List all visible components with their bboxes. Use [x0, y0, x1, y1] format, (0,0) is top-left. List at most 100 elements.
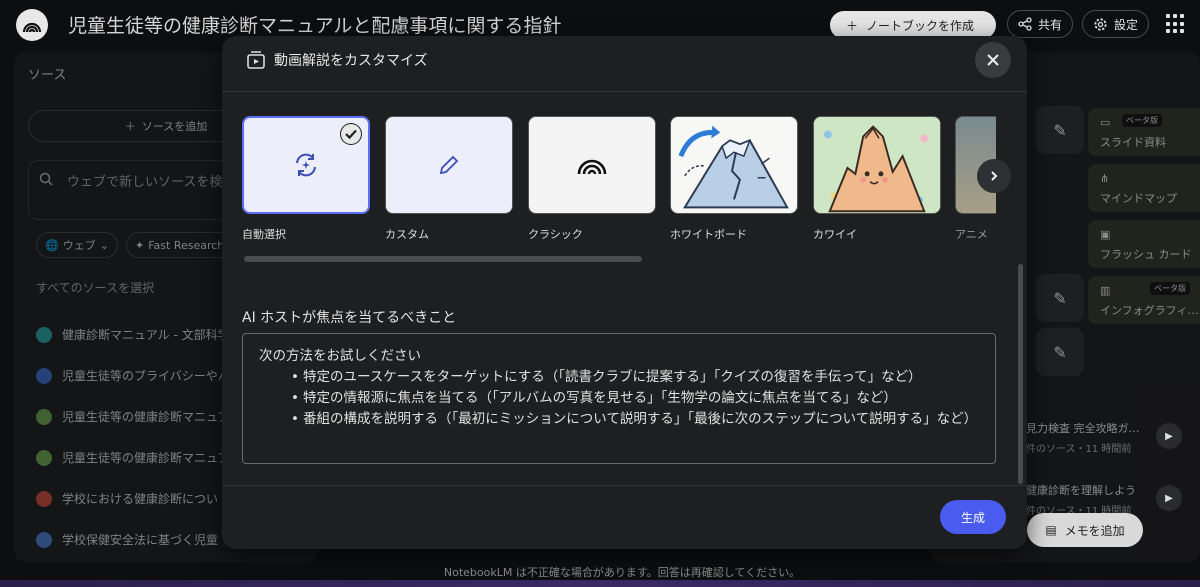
dialog-scrollbar[interactable] [1018, 264, 1023, 484]
focus-placeholder-bullet: 特定の情報源に焦点を当てる（「アルバムの写真を見せる」「生物学の論文に焦点を当て… [291, 388, 979, 409]
studio-flashcard-card[interactable]: ▣ フラッシュ カード [1088, 220, 1200, 268]
auto-refresh-sparkle-icon [296, 153, 316, 177]
video-style-carousel: 自動選択 カスタム クラシック ホワイトボード カワイイ アニメ [242, 116, 996, 268]
research-sparkle-icon: ✦ [135, 238, 145, 252]
carousel-next-button[interactable] [977, 159, 1011, 193]
generated-note-item[interactable]: 健康診断を理解しよう 件のソース・11 時間前 [1026, 482, 1136, 517]
dialog-header: 動画解説をカスタマイズ [222, 36, 1027, 92]
studio-card-label: インフォグラフィ… [1100, 304, 1199, 317]
source-label: 児童生徒等のプライバシーやん [62, 369, 230, 383]
style-thumbnail [385, 116, 513, 214]
studio-slides-card[interactable]: ▭ ベータ版 スライド資料 [1088, 108, 1200, 156]
source-favicon-icon [36, 367, 52, 384]
search-placeholder: ウェブで新しいソースを検 [67, 175, 223, 190]
style-label: カワイイ [813, 228, 857, 241]
chevron-down-icon: ⌄ [99, 238, 109, 252]
source-label: 健康診断マニュアル - 文部科学 [62, 328, 230, 342]
style-label: 自動選択 [242, 228, 286, 241]
source-item[interactable]: 児童生徒等のプライバシーやん [36, 355, 230, 396]
focus-placeholder-bullet: 特定のユースケースをターゲットにする（「読書クラブに提案する」「クイズの復習を手… [291, 367, 979, 388]
source-label: 学校における健康診断につい [62, 492, 219, 506]
source-favicon-icon [36, 326, 52, 343]
search-icon [39, 172, 53, 186]
play-button[interactable]: ▶ [1156, 485, 1182, 511]
dialog-footer-divider [222, 485, 1027, 486]
video-overview-icon [247, 51, 265, 69]
focus-prompt-label: AI ホストが焦点を当てるべきこと [242, 310, 457, 326]
style-option-auto[interactable]: 自動選択 [242, 116, 370, 242]
select-all-sources[interactable]: すべてのソースを選択 [36, 279, 154, 296]
beta-badge: ベータ版 [1150, 282, 1190, 295]
source-item[interactable]: 児童生徒等の健康診断マニュア [36, 437, 230, 478]
chevron-right-icon [991, 171, 998, 181]
add-memo-button[interactable]: ▤ メモを追加 [1027, 513, 1143, 547]
studio-card-label: フラッシュ カード [1100, 248, 1192, 261]
settings-button[interactable]: 設定 [1082, 10, 1149, 38]
plus-icon: ＋ [846, 18, 859, 33]
flashcard-icon: ▣ [1100, 228, 1111, 241]
edit-pencil-button[interactable]: ✎ [1036, 106, 1084, 154]
close-dialog-button[interactable] [975, 42, 1011, 78]
play-icon: ▶ [1165, 430, 1173, 442]
note-title: 健康診断を理解しよう [1026, 484, 1136, 497]
notebooklm-logo-icon[interactable] [16, 9, 48, 41]
note-title: 見力検査 完全攻略ガ… [1026, 422, 1140, 435]
studio-infographic-card[interactable]: ▥ ベータ版 インフォグラフィ… [1088, 276, 1200, 324]
sources-panel-title: ソース [28, 68, 67, 83]
studio-card-label: スライド資料 [1100, 136, 1166, 149]
style-label: カスタム [385, 228, 429, 241]
style-thumbnail [528, 116, 656, 214]
plus-icon: ＋ [124, 120, 136, 133]
slides-icon: ▭ [1100, 116, 1111, 129]
style-thumbnail [242, 116, 370, 214]
add-source-label: ソースを追加 [141, 120, 208, 133]
apps-grid-icon[interactable] [1166, 14, 1186, 34]
carousel-scrollbar[interactable] [244, 256, 642, 262]
style-option-kawaii[interactable]: カワイイ [813, 116, 941, 242]
infographic-icon: ▥ [1100, 284, 1111, 297]
focus-placeholder-list: 特定のユースケースをターゲットにする（「読書クラブに提案する」「クイズの復習を手… [259, 367, 979, 430]
generated-note-item[interactable]: 見力検査 完全攻略ガ… 件のソース・11 時間前 [1026, 420, 1140, 455]
selected-check-icon [340, 123, 362, 145]
pencil-icon [439, 155, 459, 175]
edit-pencil-button[interactable]: ✎ [1036, 274, 1084, 322]
source-list: 健康診断マニュアル - 文部科学 児童生徒等のプライバシーやん 児童生徒等の健康… [36, 314, 230, 560]
customize-video-dialog: 動画解説をカスタマイズ 自動選択 カスタム クラシック ホワイトボード カワイイ… [222, 36, 1027, 549]
close-icon [987, 54, 999, 66]
style-label: クラシック [528, 228, 583, 241]
style-label: ホワイトボード [670, 228, 747, 241]
edit-pencil-button[interactable]: ✎ [1036, 328, 1084, 376]
pencil-icon: ✎ [1053, 288, 1067, 308]
pencil-icon: ✎ [1053, 120, 1067, 140]
style-option-custom[interactable]: カスタム [385, 116, 513, 242]
create-notebook-button[interactable]: ＋ ノートブックを作成 [830, 11, 996, 39]
notebook-title[interactable]: 児童生徒等の健康診断マニュアルと配慮事項に関する指針 [68, 11, 568, 37]
source-label: 児童生徒等の健康診断マニュア [62, 410, 230, 424]
style-label: アニメ [955, 228, 988, 241]
style-option-classic[interactable]: クラシック [528, 116, 656, 242]
gear-icon [1094, 17, 1107, 31]
source-item[interactable]: 健康診断マニュアル - 文部科学 [36, 314, 230, 355]
share-icon [1018, 17, 1032, 31]
add-memo-label: メモを追加 [1064, 523, 1125, 538]
note-subtitle: 件のソース・11 時間前 [1026, 444, 1132, 455]
play-button[interactable]: ▶ [1156, 423, 1182, 449]
globe-icon: 🌐 [45, 238, 59, 252]
source-item[interactable]: 学校における健康診断につい [36, 478, 230, 519]
focus-prompt-textarea[interactable]: 次の方法をお試しください 特定のユースケースをターゲットにする（「読書クラブに提… [242, 333, 996, 464]
create-notebook-label: ノートブックを作成 [866, 18, 975, 33]
share-button[interactable]: 共有 [1007, 10, 1073, 38]
style-option-whiteboard[interactable]: ホワイトボード [670, 116, 798, 242]
web-chip-label: ウェブ [62, 239, 96, 252]
style-thumbnail [813, 116, 941, 214]
beta-badge: ベータ版 [1122, 114, 1162, 127]
source-favicon-icon [36, 490, 52, 507]
source-item[interactable]: 児童生徒等の健康診断マニュア [36, 396, 230, 437]
source-item[interactable]: 学校保健安全法に基づく児童 [36, 519, 230, 560]
share-label: 共有 [1038, 17, 1063, 32]
generate-button[interactable]: 生成 [940, 500, 1006, 534]
studio-mindmap-card[interactable]: ⋔ マインドマップ [1088, 164, 1200, 212]
source-favicon-icon [36, 531, 52, 548]
play-icon: ▶ [1165, 492, 1173, 504]
web-dropdown-chip[interactable]: 🌐 ウェブ ⌄ [36, 232, 118, 258]
